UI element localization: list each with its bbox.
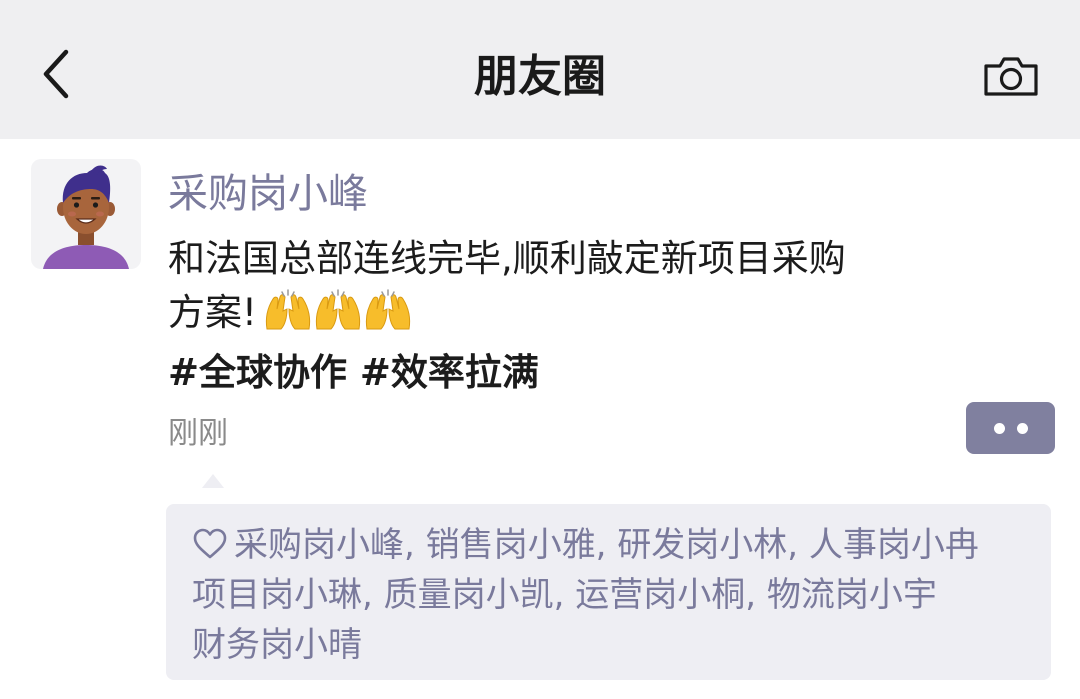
raising-hands-emoji-icon bbox=[315, 289, 360, 330]
likes-line-1-wrap: 采购岗小峰, 销售岗小雅, 研发岗小林, 人事岗小冉 bbox=[192, 520, 1031, 570]
back-button[interactable] bbox=[28, 44, 84, 104]
page-title: 朋友圈 bbox=[474, 51, 606, 102]
likes-panel: 采购岗小峰, 销售岗小雅, 研发岗小林, 人事岗小冉 项目岗小琳, 质量岗小凯,… bbox=[166, 504, 1051, 680]
post-text-line-2-wrap: 方案! bbox=[168, 286, 968, 346]
post-content: 和法国总部连线完毕,顺利敲定新项目采购 方案! #全球协作 #效率拉满 bbox=[168, 232, 968, 400]
dot-icon bbox=[993, 422, 1005, 434]
avatar-illustration bbox=[43, 165, 129, 269]
chevron-left-icon bbox=[43, 49, 69, 99]
emoji-group bbox=[263, 287, 413, 346]
post-text-line-1: 和法国总部连线完毕,顺利敲定新项目采购 bbox=[168, 237, 846, 280]
camera-button[interactable] bbox=[978, 48, 1044, 104]
post-text-line-2: 方案! bbox=[168, 291, 257, 334]
heart-outline-icon bbox=[193, 528, 227, 559]
post-hashtags[interactable]: #全球协作 #效率拉满 bbox=[168, 346, 968, 400]
post-author-name[interactable]: 采购岗小峰 bbox=[168, 166, 368, 222]
avatar[interactable] bbox=[31, 159, 141, 269]
raising-hands-emoji-icon bbox=[265, 289, 310, 330]
likes-names-line-3[interactable]: 财务岗小晴 bbox=[192, 620, 1031, 670]
likes-names-line-2[interactable]: 项目岗小琳, 质量岗小凯, 运营岗小桐, 物流岗小宇 bbox=[192, 570, 1031, 620]
likes-pointer-arrow bbox=[202, 474, 224, 488]
likes-names-line-1[interactable]: 采购岗小峰, 销售岗小雅, 研发岗小林, 人事岗小冉 bbox=[234, 525, 979, 565]
raising-hands-emoji-icon bbox=[365, 289, 410, 330]
post-timestamp: 刚刚 bbox=[168, 416, 228, 451]
camera-icon bbox=[984, 57, 1038, 96]
dot-icon bbox=[1016, 422, 1028, 434]
nav-bar: 朋友圈 bbox=[0, 0, 1080, 139]
more-options-button[interactable] bbox=[966, 402, 1055, 454]
